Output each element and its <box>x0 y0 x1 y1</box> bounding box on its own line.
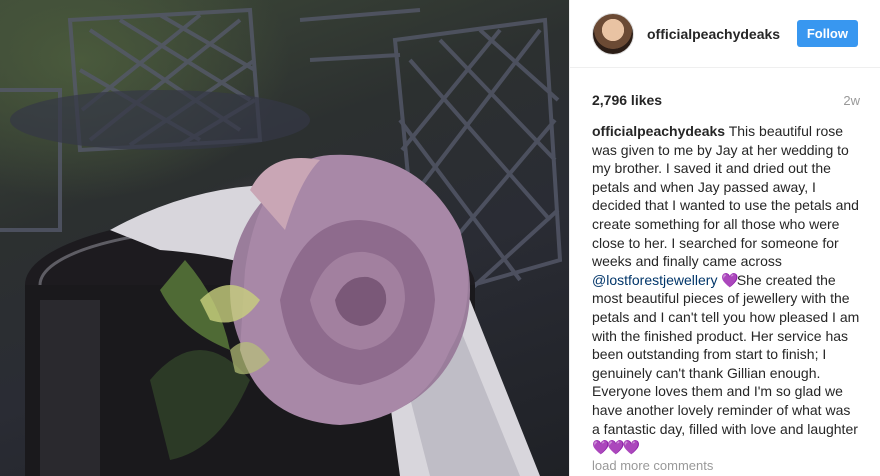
avatar[interactable] <box>592 12 634 55</box>
post-sidebar: officialpeachydeaks Follow 2,796 likes 2… <box>569 0 880 476</box>
post-header: officialpeachydeaks Follow <box>570 0 880 68</box>
username-link[interactable]: officialpeachydeaks <box>647 26 797 42</box>
purple-heart-icon: 💜 <box>721 271 738 288</box>
post-time[interactable]: 2w <box>843 93 860 108</box>
load-more-comments-link[interactable]: load more comments <box>592 458 713 473</box>
rose-photo-illustration <box>0 7 563 476</box>
caption-text-continued: She created the most beautiful pieces of… <box>592 271 860 437</box>
post-photo[interactable] <box>0 0 569 476</box>
likes-count[interactable]: 2,796 likes <box>592 92 662 108</box>
instagram-post: officialpeachydeaks Follow 2,796 likes 2… <box>0 0 880 476</box>
mention-link[interactable]: @lostforestjewellery <box>592 272 717 288</box>
caption-text: This beautiful rose was given to me by J… <box>592 123 859 270</box>
purple-hearts-icon: 💜💜💜 <box>592 439 640 456</box>
caption-author-link[interactable]: officialpeachydeaks <box>592 123 725 139</box>
post-caption: officialpeachydeaks This beautiful rose … <box>570 108 880 457</box>
post-stats: 2,796 likes 2w <box>570 68 880 108</box>
follow-button[interactable]: Follow <box>796 20 858 47</box>
